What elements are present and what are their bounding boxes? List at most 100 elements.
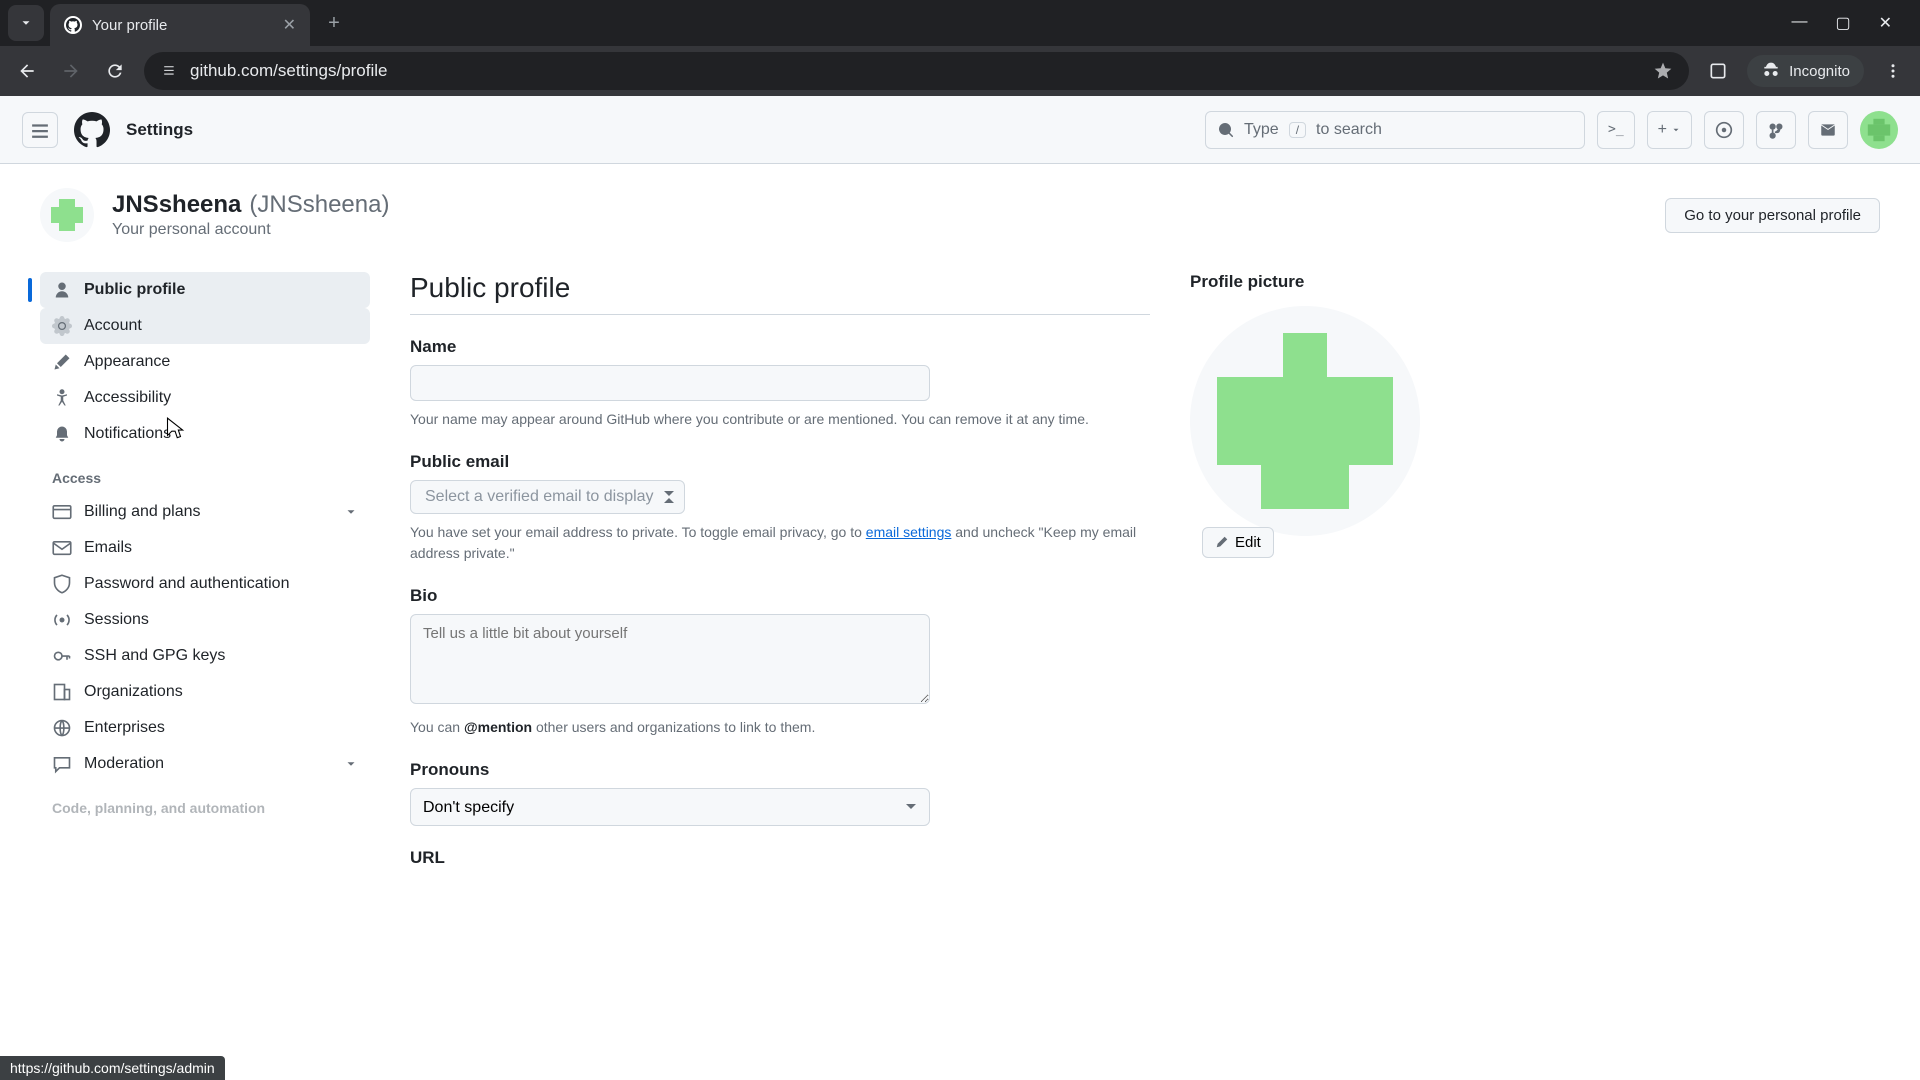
maximize-button[interactable]: ▢	[1835, 13, 1850, 33]
profile-picture-panel: Profile picture Edit	[1190, 272, 1500, 890]
sidebar-label: Account	[84, 317, 142, 335]
sidebar-section-access: Access	[40, 452, 370, 494]
sidebar-label: Organizations	[84, 683, 183, 701]
identicon-icon	[47, 195, 87, 235]
search-input[interactable]: Type / to search	[1205, 111, 1585, 149]
sidebar-item-account[interactable]: Account	[40, 308, 370, 344]
browser-tab[interactable]: Your profile ✕	[50, 4, 310, 46]
sidebar-label: Emails	[84, 539, 132, 557]
email-help: You have set your email address to priva…	[410, 522, 1150, 564]
gear-icon	[52, 316, 72, 336]
chevron-down-icon	[19, 16, 33, 30]
github-logo[interactable]	[74, 112, 110, 148]
tab-close-button[interactable]: ✕	[283, 15, 296, 35]
pull-requests-button[interactable]	[1756, 111, 1796, 149]
incognito-icon	[1761, 61, 1781, 81]
incognito-badge[interactable]: Incognito	[1747, 55, 1864, 87]
sidebar-item-notifications[interactable]: Notifications	[40, 416, 370, 452]
sidebar-label: Public profile	[84, 281, 185, 299]
sidebar-label: Notifications	[84, 425, 171, 443]
chevron-down-icon	[344, 757, 358, 771]
edit-picture-button[interactable]: Edit	[1202, 527, 1274, 558]
profile-picture	[1190, 306, 1420, 536]
page-context-title: Settings	[126, 120, 193, 140]
tab-favicon	[64, 16, 82, 34]
settings-sidebar: Public profile Account Appearance Access…	[40, 272, 370, 890]
incognito-label: Incognito	[1789, 63, 1850, 80]
extensions-button[interactable]	[1703, 56, 1733, 86]
hamburger-icon	[31, 121, 49, 139]
sidebar-item-organizations[interactable]: Organizations	[40, 674, 370, 710]
bio-help: You can @mention other users and organiz…	[410, 717, 1150, 738]
sidebar-item-appearance[interactable]: Appearance	[40, 344, 370, 380]
key-icon	[52, 646, 72, 666]
bio-textarea[interactable]	[410, 614, 930, 704]
window-controls: — ▢ ✕	[1791, 13, 1912, 33]
email-select[interactable]: Select a verified email to display	[410, 480, 685, 514]
sidebar-item-accessibility[interactable]: Accessibility	[40, 380, 370, 416]
sidebar-item-enterprises[interactable]: Enterprises	[40, 710, 370, 746]
tab-search-button[interactable]	[8, 5, 44, 41]
sidebar-label: Moderation	[84, 755, 164, 773]
new-tab-button[interactable]: +	[316, 5, 352, 41]
browser-menu-button[interactable]	[1878, 56, 1908, 86]
paintbrush-icon	[52, 352, 72, 372]
main-content: Public profile Name Your name may appear…	[410, 272, 1150, 890]
sidebar-item-public-profile[interactable]: Public profile	[40, 272, 370, 308]
goto-profile-button[interactable]: Go to your personal profile	[1665, 198, 1880, 233]
issues-button[interactable]	[1704, 111, 1744, 149]
sidebar-label: Billing and plans	[84, 503, 201, 521]
sidebar-item-billing[interactable]: Billing and plans	[40, 494, 370, 530]
sidebar-item-password[interactable]: Password and authentication	[40, 566, 370, 602]
sidebar-label: Enterprises	[84, 719, 165, 737]
browser-status-bar: https://github.com/settings/admin	[0, 1056, 225, 1080]
command-palette-button[interactable]: >_	[1597, 111, 1635, 149]
bell-icon	[52, 424, 72, 444]
sidebar-label: Accessibility	[84, 389, 171, 407]
search-placeholder-post: to search	[1316, 121, 1382, 139]
minimize-button[interactable]: —	[1791, 13, 1807, 33]
sidebar-label: SSH and GPG keys	[84, 647, 225, 665]
nav-menu-button[interactable]	[22, 112, 58, 148]
close-window-button[interactable]: ✕	[1879, 13, 1892, 33]
forward-button[interactable]	[56, 56, 86, 86]
identicon-icon	[1865, 116, 1893, 144]
shield-lock-icon	[52, 574, 72, 594]
sidebar-item-ssh-keys[interactable]: SSH and GPG keys	[40, 638, 370, 674]
create-new-button[interactable]: +	[1647, 111, 1692, 149]
name-input[interactable]	[410, 365, 930, 401]
bookmark-icon[interactable]	[1653, 61, 1673, 81]
reload-button[interactable]	[100, 56, 130, 86]
url-text: github.com/settings/profile	[190, 61, 388, 81]
browser-chrome: Your profile ✕ + — ▢ ✕ github.com/settin…	[0, 0, 1920, 96]
github-header: Settings Type / to search >_ +	[0, 96, 1920, 164]
comment-icon	[52, 754, 72, 774]
email-settings-link[interactable]: email settings	[866, 524, 952, 540]
search-placeholder-pre: Type	[1244, 121, 1279, 139]
sidebar-label: Sessions	[84, 611, 149, 629]
sidebar-item-emails[interactable]: Emails	[40, 530, 370, 566]
bio-label: Bio	[410, 586, 1150, 606]
tab-title: Your profile	[92, 17, 273, 34]
sidebar-item-sessions[interactable]: Sessions	[40, 602, 370, 638]
sidebar-section-code: Code, planning, and automation	[40, 782, 370, 824]
user-avatar-button[interactable]	[1860, 111, 1898, 149]
search-icon	[1218, 122, 1234, 138]
globe-icon	[52, 718, 72, 738]
credit-card-icon	[52, 502, 72, 522]
profile-picture-label: Profile picture	[1190, 272, 1500, 292]
tab-bar: Your profile ✕ + — ▢ ✕	[0, 0, 1920, 46]
mail-icon	[52, 538, 72, 558]
site-settings-icon	[160, 62, 178, 80]
pronouns-select[interactable]: Don't specify	[410, 788, 930, 826]
pronouns-label: Pronouns	[410, 760, 1150, 780]
person-icon	[52, 280, 72, 300]
page-heading: Public profile	[410, 272, 1150, 315]
address-input[interactable]: github.com/settings/profile	[144, 52, 1689, 90]
back-button[interactable]	[12, 56, 42, 86]
user-display-name: JNSsheena	[112, 191, 241, 219]
notifications-button[interactable]	[1808, 111, 1848, 149]
name-help: Your name may appear around GitHub where…	[410, 409, 1150, 430]
sidebar-item-moderation[interactable]: Moderation	[40, 746, 370, 782]
name-label: Name	[410, 337, 1150, 357]
